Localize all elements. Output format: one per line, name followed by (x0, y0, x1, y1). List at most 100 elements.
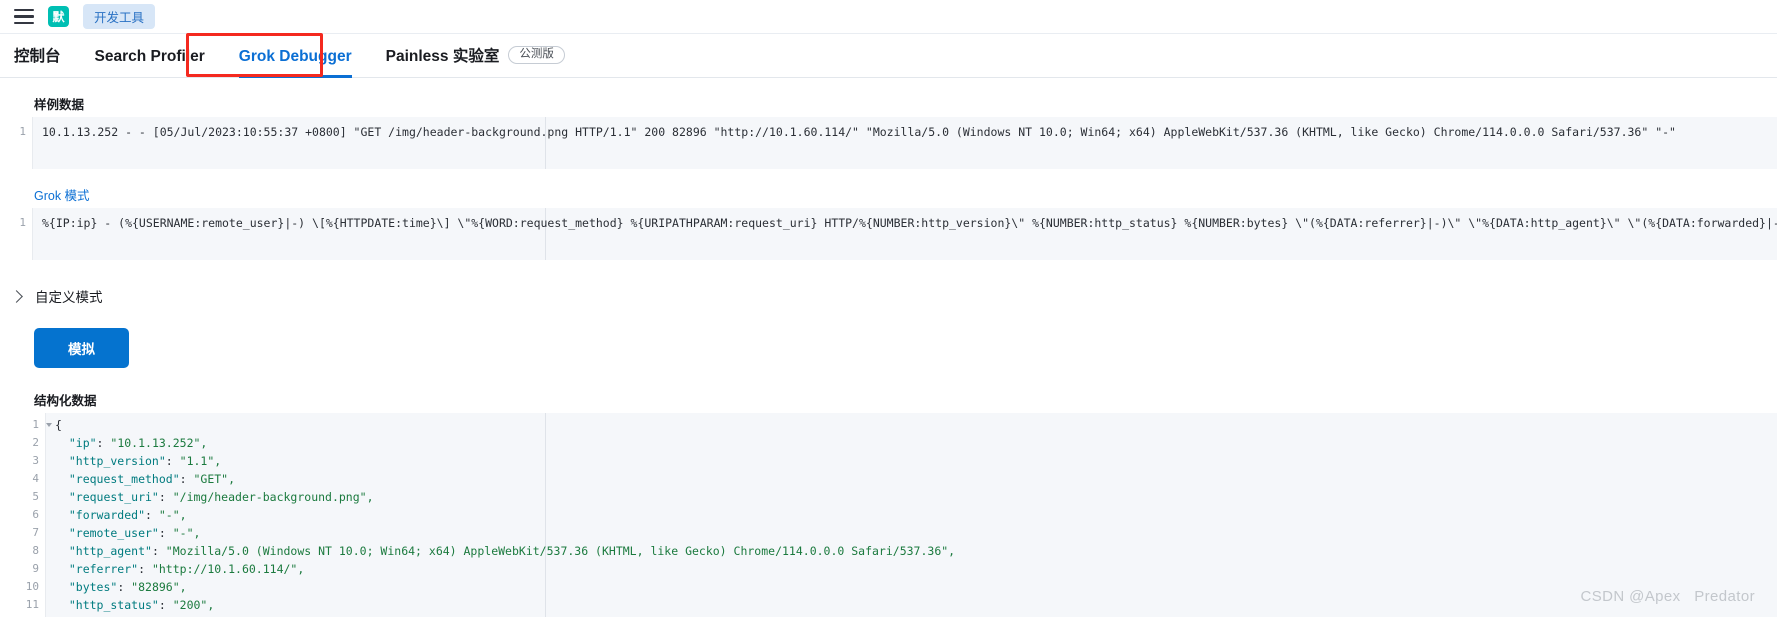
structured-data-section: 结构化数据 (0, 390, 1777, 409)
chevron-right-icon (10, 289, 23, 303)
tab-console[interactable]: 控制台 (14, 44, 61, 77)
json-key: "referrer" (55, 562, 139, 576)
tab-console-label: 控制台 (14, 48, 61, 65)
json-key: "bytes" (55, 580, 118, 594)
grok-pattern-line: 1 %{IP:ip} - (%{USERNAME:remote_user}|-)… (0, 214, 1777, 232)
top-navigation-bar: 默 开发工具 (0, 0, 1777, 34)
simulate-button[interactable]: 模拟 (34, 328, 129, 368)
structured-data-lines: 1{2 "ip": "10.1.13.252", 3 "http_version"… (0, 416, 1777, 617)
tab-painless-lab[interactable]: Painless 实验室 公测版 (386, 44, 565, 77)
dev-tools-tab-bar: 控制台 Search Profiler Grok Debugger Painle… (0, 34, 1777, 78)
structured-data-line-number: 2 (32, 436, 39, 449)
structured-data-code: "remote_user": "-", (46, 524, 201, 542)
json-colon: : (117, 580, 132, 594)
hamburger-menu-icon[interactable] (14, 9, 34, 24)
json-colon: : (179, 472, 194, 486)
structured-data-line: 8 "http_agent": "Mozilla/5.0 (Windows NT… (0, 542, 1777, 560)
sample-data-line-number: 1 (19, 125, 26, 138)
structured-data-line: 1{ (0, 416, 1777, 434)
structured-data-line-number: 3 (32, 454, 39, 467)
tab-search-profiler[interactable]: Search Profiler (95, 48, 205, 77)
structured-data-line-number: 4 (32, 472, 39, 485)
structured-data-line: 5 "request_uri": "/img/header-background… (0, 488, 1777, 506)
tab-grok-debugger-label: Grok Debugger (238, 48, 352, 65)
json-colon: : (158, 490, 173, 504)
structured-data-line-number: 1 (0, 416, 52, 434)
json-value: "http://10.1.60.114/", (151, 562, 305, 576)
grok-pattern-line-number: 1 (19, 216, 26, 229)
json-key: "http_status" (55, 598, 159, 612)
structured-data-line: 7 "remote_user": "-", (0, 524, 1777, 542)
json-colon: : (138, 562, 152, 576)
json-colon: : (151, 544, 166, 558)
json-key: "http_version" (55, 454, 166, 468)
sample-data-label: 样例数据 (34, 98, 85, 112)
sample-data-section: 样例数据 (0, 94, 1777, 113)
structured-data-line-number: 8 (32, 544, 39, 557)
structured-data-code: "http_version": "1.1", (46, 452, 221, 470)
json-key: "request_uri" (55, 490, 159, 504)
json-value: "82896", (131, 580, 187, 594)
json-value: "GET", (193, 472, 236, 486)
json-punctuation: { (55, 418, 62, 432)
json-value: "Mozilla/5.0 (Windows NT 10.0; Win64; x6… (165, 544, 956, 558)
json-value: "1.1", (179, 454, 222, 468)
custom-patterns-label: 自定义模式 (35, 290, 103, 305)
structured-data-line-number: 7 (32, 526, 39, 539)
structured-data-line: 3 "http_version": "1.1", (0, 452, 1777, 470)
structured-data-code: "referrer": "http://10.1.60.114/", (46, 560, 304, 578)
grok-pattern-value: %{IP:ip} - (%{USERNAME:remote_user}|-) \… (42, 216, 1777, 230)
structured-data-line: 6 "forwarded": "-", (0, 506, 1777, 524)
json-colon: : (165, 454, 180, 468)
tab-search-profiler-label: Search Profiler (94, 48, 205, 65)
json-key: "ip" (55, 436, 97, 450)
json-value: "10.1.13.252", (110, 436, 208, 450)
json-key: "remote_user" (55, 526, 159, 540)
structured-data-code: "request_method": "GET", (46, 470, 235, 488)
breadcrumb-dev-tools[interactable]: 开发工具 (83, 4, 156, 29)
grok-debugger-page: 默 开发工具 控制台 Search Profiler Grok Debugger… (0, 0, 1777, 617)
structured-data-code: "bytes": "82896", (46, 578, 187, 596)
sample-data-editor[interactable]: 1 10.1.13.252 - - [05/Jul/2023:10:55:37 … (0, 117, 1777, 169)
grok-pattern-section: Grok 模式 (0, 185, 1777, 204)
sample-data-line: 1 10.1.13.252 - - [05/Jul/2023:10:55:37 … (0, 123, 1777, 141)
json-value: "-", (172, 526, 201, 540)
json-key: "forwarded" (55, 508, 146, 522)
custom-patterns-accordion[interactable]: 自定义模式 (8, 286, 1777, 306)
grok-debugger-content: 样例数据 1 10.1.13.252 - - [05/Jul/2023:10:5… (0, 78, 1777, 617)
structured-data-code: "request_uri": "/img/header-background.p… (46, 488, 374, 506)
json-value: "/img/header-background.png", (172, 490, 374, 504)
sample-data-value[interactable]: 10.1.13.252 - - [05/Jul/2023:10:55:37 +0… (33, 123, 1676, 141)
json-colon: : (158, 526, 173, 540)
structured-data-line: 10 "bytes": "82896", (0, 578, 1777, 596)
structured-data-line: 2 "ip": "10.1.13.252", (0, 434, 1777, 452)
structured-data-line: 4 "request_method": "GET", (0, 470, 1777, 488)
json-key: "http_agent" (55, 544, 152, 558)
structured-data-code: "http_agent": "Mozilla/5.0 (Windows NT 1… (46, 542, 955, 560)
structured-data-code: "forwarded": "-", (46, 506, 187, 524)
json-colon: : (145, 508, 159, 522)
structured-data-code: "ip": "10.1.13.252", (46, 434, 208, 452)
beta-badge: 公测版 (508, 45, 565, 65)
json-colon: : (158, 598, 173, 612)
structured-data-line-number: 6 (32, 508, 39, 521)
structured-data-label: 结构化数据 (34, 394, 97, 408)
structured-data-line-number: 10 (25, 580, 39, 593)
grok-pattern-editor[interactable]: 1 %{IP:ip} - (%{USERNAME:remote_user}|-)… (0, 208, 1777, 260)
structured-data-code: "http_status": "200", (46, 596, 214, 614)
structured-data-line-number: 5 (32, 490, 39, 503)
tab-painless-lab-label: Painless 实验室 (385, 48, 500, 65)
json-value: "200", (172, 598, 215, 612)
structured-data-line-number: 11 (25, 598, 39, 611)
fold-caret-icon[interactable] (46, 423, 52, 427)
json-colon: : (96, 436, 111, 450)
json-value: "-", (158, 508, 187, 522)
grok-pattern-label[interactable]: Grok 模式 (34, 185, 1743, 204)
structured-data-line-number: 9 (32, 562, 39, 575)
structured-data-editor[interactable]: 1{2 "ip": "10.1.13.252", 3 "http_version"… (0, 413, 1777, 617)
tab-grok-debugger[interactable]: Grok Debugger (238, 48, 352, 78)
json-key: "request_method" (55, 472, 180, 486)
structured-data-line: 11 "http_status": "200", (0, 596, 1777, 614)
space-avatar-badge[interactable]: 默 (48, 6, 69, 27)
structured-data-line: 9 "referrer": "http://10.1.60.114/", (0, 560, 1777, 578)
